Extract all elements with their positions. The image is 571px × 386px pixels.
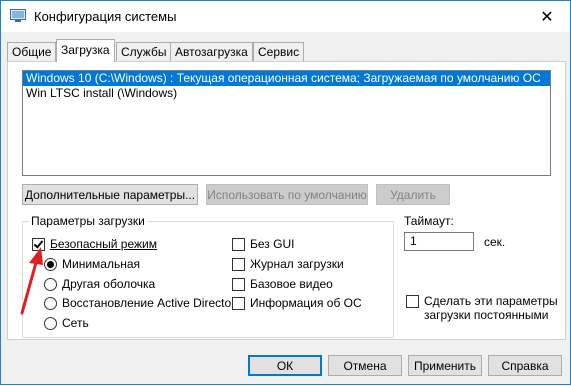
radio-circle[interactable] <box>44 257 57 271</box>
make-permanent-checkbox[interactable]: Сделать эти параметры загрузки постоянны… <box>406 294 558 322</box>
radio-circle[interactable] <box>44 296 57 310</box>
tab-tools[interactable]: Сервис <box>253 42 305 61</box>
timeout-unit: сек. <box>484 235 506 249</box>
ad-repair-radio[interactable]: Восстановление Active Directory <box>44 296 241 310</box>
close-button[interactable]: ✕ <box>524 1 570 32</box>
os-boot-info-checkbox[interactable]: Информация об ОС <box>232 296 362 310</box>
advanced-options-button[interactable]: Дополнительные параметры... <box>22 184 198 205</box>
boot-options-group: Параметры загрузки Безопасный режим Мини… <box>22 214 394 338</box>
radio-circle[interactable] <box>44 277 57 291</box>
network-label: Сеть <box>62 316 89 330</box>
safe-mode-checkbox[interactable]: Безопасный режим <box>32 237 157 251</box>
checkbox-box[interactable] <box>406 295 419 308</box>
tab-general[interactable]: Общие <box>7 42 57 61</box>
msconfig-app-icon <box>10 9 26 22</box>
set-default-button[interactable]: Использовать по умолчанию <box>206 184 368 205</box>
network-radio[interactable]: Сеть <box>44 316 89 330</box>
help-button[interactable]: Справка <box>488 355 562 376</box>
checkbox-box[interactable] <box>232 296 245 310</box>
base-video-checkbox[interactable]: Базовое видео <box>232 277 333 291</box>
alternate-shell-label: Другая оболочка <box>62 277 156 291</box>
no-gui-checkbox[interactable]: Без GUI <box>232 237 294 251</box>
os-list-item[interactable]: Win LTSC install (\Windows) <box>23 86 550 101</box>
apply-button[interactable]: Применить <box>408 355 482 376</box>
radio-circle[interactable] <box>44 316 57 330</box>
checkbox-box[interactable] <box>32 237 45 251</box>
os-list[interactable]: Windows 10 (C:\Windows) : Текущая операц… <box>22 70 551 176</box>
os-boot-info-label: Информация об ОС <box>250 296 362 310</box>
boot-options-title: Параметры загрузки <box>29 214 147 228</box>
cancel-button[interactable]: Отмена <box>328 355 402 376</box>
checkbox-box[interactable] <box>232 237 245 251</box>
ok-button[interactable]: ОК <box>248 355 322 376</box>
boot-log-label: Журнал загрузки <box>250 257 344 271</box>
tab-boot[interactable]: Загрузка <box>56 39 115 62</box>
make-permanent-label-line1: Сделать эти параметры <box>424 294 558 308</box>
no-gui-label: Без GUI <box>250 237 295 251</box>
checkbox-box[interactable] <box>232 277 245 291</box>
make-permanent-label-line2: загрузки постоянными <box>424 308 549 322</box>
close-icon: ✕ <box>540 8 554 26</box>
boot-tab-panel: Windows 10 (C:\Windows) : Текущая операц… <box>7 61 566 340</box>
alternate-shell-radio[interactable]: Другая оболочка <box>44 277 155 291</box>
system-config-window: Конфигурация системы ✕ Общие Загрузка Сл… <box>0 0 571 385</box>
ad-repair-label: Восстановление Active Directory <box>62 296 242 310</box>
tab-services[interactable]: Службы <box>116 42 172 61</box>
window-title: Конфигурация системы <box>34 9 177 24</box>
delete-button[interactable]: Удалить <box>376 184 450 205</box>
base-video-label: Базовое видео <box>250 277 333 291</box>
minimal-radio[interactable]: Минимальная <box>44 257 140 271</box>
timeout-label: Таймаут: <box>404 214 454 228</box>
safe-mode-label: Безопасный режим <box>50 237 157 251</box>
timeout-input[interactable]: 1 <box>404 232 474 251</box>
title-bar: Конфигурация системы ✕ <box>1 1 570 32</box>
minimal-label: Минимальная <box>62 257 141 271</box>
checkbox-box[interactable] <box>232 257 245 271</box>
tab-startup[interactable]: Автозагрузка <box>170 42 253 61</box>
boot-log-checkbox[interactable]: Журнал загрузки <box>232 257 344 271</box>
os-list-item[interactable]: Windows 10 (C:\Windows) : Текущая операц… <box>23 71 550 86</box>
